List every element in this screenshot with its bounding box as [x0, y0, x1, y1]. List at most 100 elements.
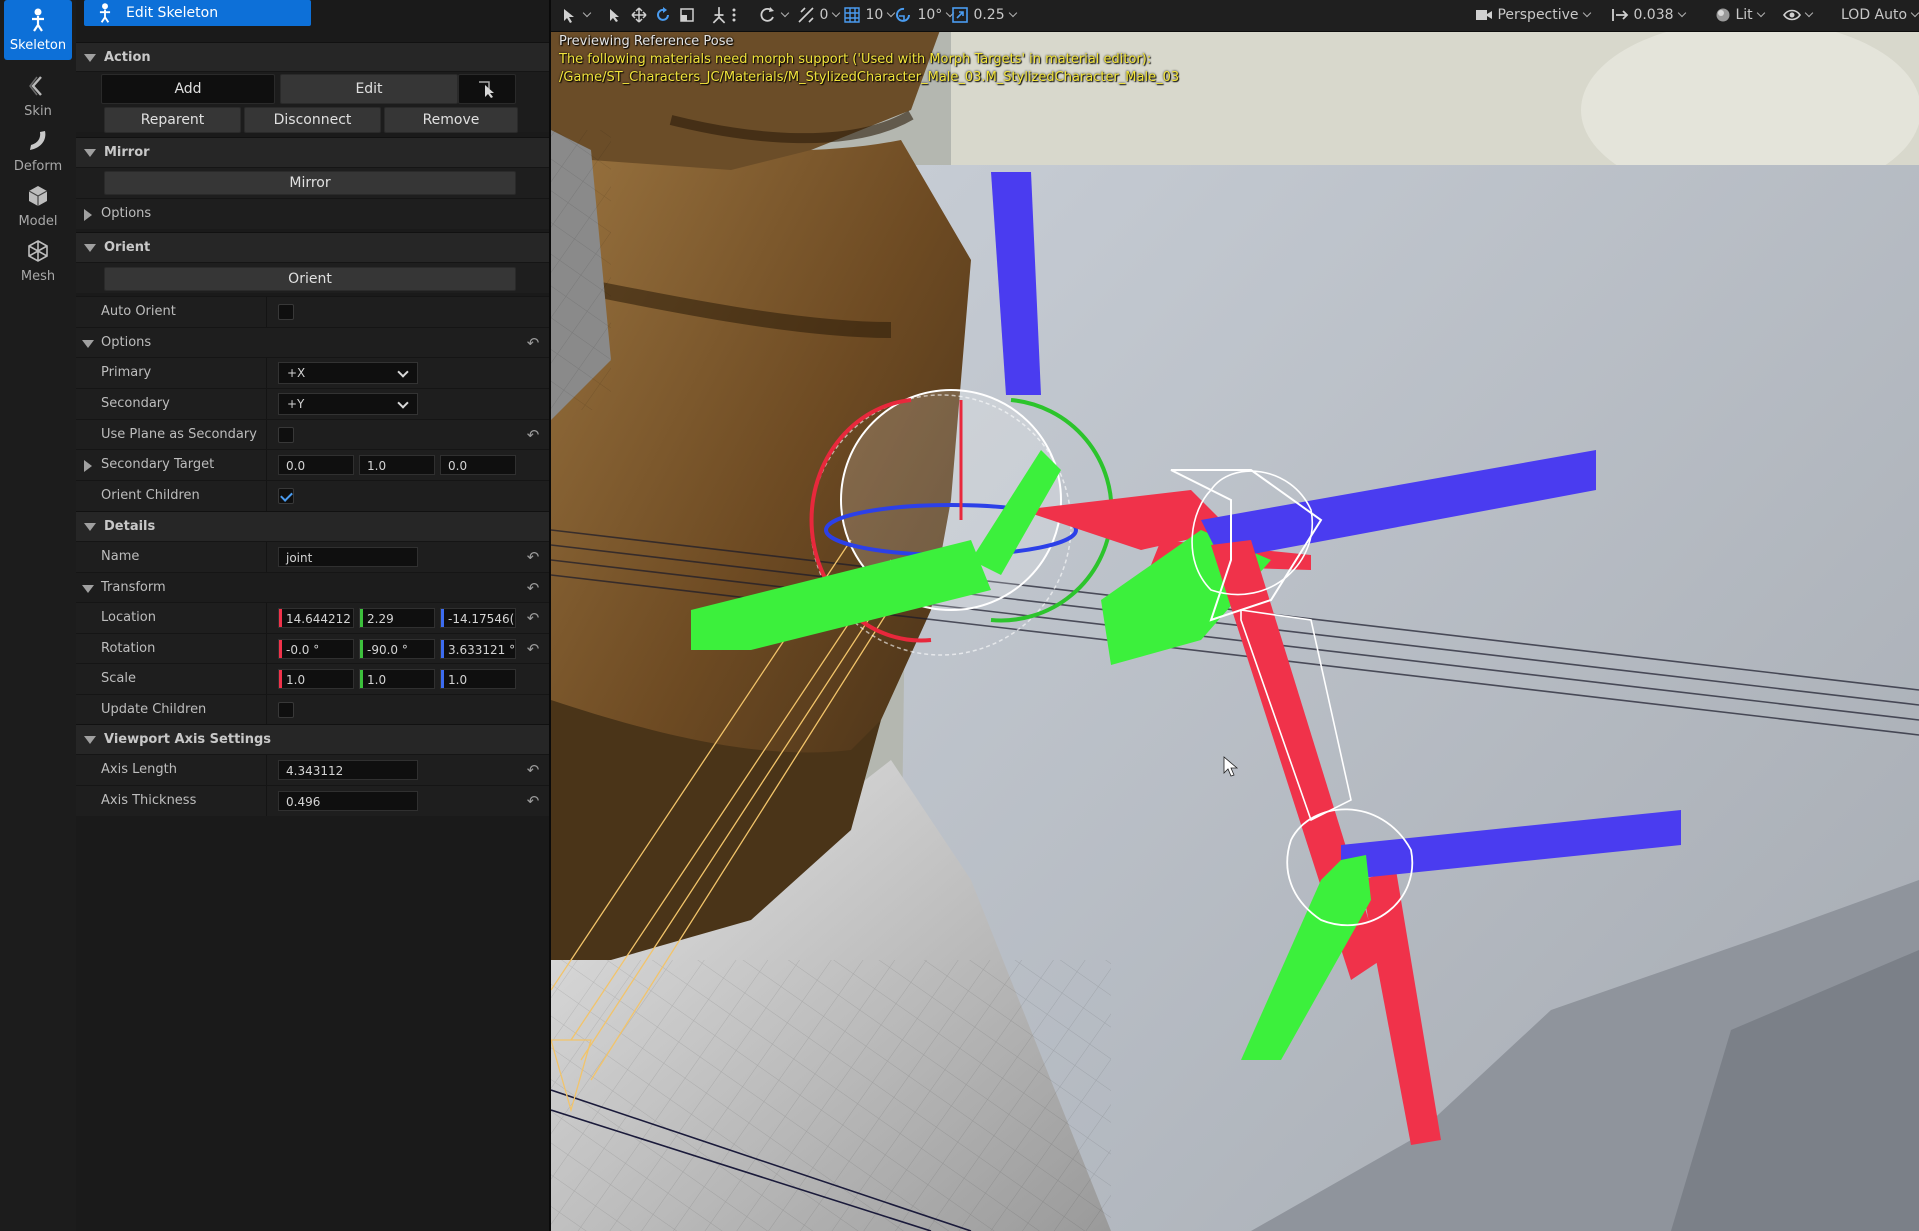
reparent-button[interactable]: Reparent	[104, 107, 241, 133]
edit-button[interactable]: Edit	[280, 74, 458, 104]
rotation-snap-value: 0	[819, 7, 829, 23]
rotation-y-field[interactable]: -90.0 °	[359, 639, 435, 659]
field-value: -0.0 °	[286, 643, 320, 657]
axis-thickness-field[interactable]: 0.496	[278, 791, 418, 811]
reset-icon[interactable]: ↶	[525, 763, 541, 778]
reset-icon[interactable]: ↶	[525, 550, 541, 565]
section-viewport-axis[interactable]: Viewport Axis Settings	[76, 724, 549, 754]
select-mode-button[interactable]	[458, 74, 516, 104]
perspective-button[interactable]: Perspective	[1475, 0, 1591, 31]
section-orient[interactable]: Orient	[76, 232, 549, 262]
expand-arrow-icon[interactable]	[84, 460, 92, 472]
mode-deform[interactable]: Deform	[4, 121, 72, 181]
z-axis-marker	[441, 609, 444, 627]
add-button[interactable]: Add	[101, 74, 275, 104]
disconnect-button[interactable]: Disconnect	[244, 107, 381, 133]
reset-icon[interactable]: ↶	[525, 581, 541, 596]
rotation-snap-button[interactable]: 0	[797, 0, 841, 31]
x-axis-marker	[279, 640, 282, 658]
mode-label: Model	[18, 214, 58, 229]
viewport-options-button[interactable]	[561, 0, 592, 31]
grid-snap-value: 10	[865, 7, 884, 23]
primary-dropdown[interactable]: +X	[278, 362, 418, 384]
orient-children-checkbox[interactable]	[278, 488, 294, 504]
x-axis-marker	[279, 609, 282, 627]
section-title: Mirror	[104, 145, 150, 160]
location-z-field[interactable]: -14.17546(	[440, 608, 516, 628]
morph-warning: The following materials need morph suppo…	[559, 52, 1152, 67]
mirror-button[interactable]: Mirror	[104, 171, 516, 195]
section-action[interactable]: Action	[76, 42, 549, 72]
section-mirror[interactable]: Mirror	[76, 137, 549, 167]
scale-x-field[interactable]: 1.0	[278, 669, 354, 689]
auto-orient-checkbox[interactable]	[278, 304, 294, 320]
mirror-options-row[interactable]: Options	[76, 198, 549, 229]
3d-viewport[interactable]: 0 10 10° 0.25 Perspective 0.038 Lit LOD …	[551, 0, 1919, 1231]
grid-snap-button[interactable]: 10	[843, 0, 896, 31]
section-title: Details	[104, 519, 156, 534]
reset-icon[interactable]: ↶	[525, 336, 541, 351]
lod-button[interactable]: LOD Auto	[1841, 0, 1919, 31]
transform-row[interactable]: Transform ↶	[76, 572, 549, 603]
mode-skin[interactable]: Skin	[4, 66, 72, 126]
y-axis-marker	[360, 670, 363, 688]
angle-snap-button[interactable]: 10°	[895, 0, 955, 31]
rotation-z-field[interactable]: 3.633121 °	[440, 639, 516, 659]
reset-icon[interactable]: ↶	[525, 428, 541, 443]
camera-speed-button[interactable]: 0.038	[1611, 0, 1686, 31]
skeleton-icon	[32, 8, 44, 32]
rotate-tool-button[interactable]	[655, 0, 671, 31]
y-axis-marker	[360, 609, 363, 627]
scale-snap-button[interactable]: 0.25	[951, 0, 1017, 31]
section-details[interactable]: Details	[76, 511, 549, 541]
mirror-options-label: Options	[101, 206, 152, 221]
axis-length-field[interactable]: 4.343112	[278, 760, 418, 780]
view-mode-button[interactable]: Lit	[1715, 0, 1765, 31]
secondary-label: Secondary	[101, 396, 170, 411]
scale-y-field[interactable]: 1.0	[359, 669, 435, 689]
auto-orient-label: Auto Orient	[101, 304, 176, 319]
edit-skeleton-tab[interactable]: Edit Skeleton	[84, 0, 311, 26]
select-tool-button[interactable]	[607, 0, 623, 31]
mode-skeleton[interactable]: Skeleton	[4, 0, 72, 60]
collapse-arrow-icon	[84, 243, 96, 252]
location-y-field[interactable]: 2.29	[359, 608, 435, 628]
update-children-label: Update Children	[101, 702, 207, 717]
show-flags-button[interactable]	[1783, 0, 1814, 31]
mode-mesh[interactable]: Mesh	[4, 231, 72, 291]
secondary-dropdown[interactable]: +Y	[278, 393, 418, 415]
collapse-arrow-icon	[82, 340, 94, 348]
properties-panel: Edit Skeleton Action Add Edit Reparent D…	[76, 0, 551, 1231]
tab-label: Edit Skeleton	[126, 5, 219, 21]
expand-arrow-icon	[84, 209, 92, 221]
scale-z-field[interactable]: 1.0	[440, 669, 516, 689]
surface-snap-button[interactable]	[759, 0, 790, 31]
name-field[interactable]: joint	[278, 547, 418, 567]
collapse-arrow-icon	[84, 522, 96, 531]
use-plane-checkbox[interactable]	[278, 427, 294, 443]
scale-tool-button[interactable]	[679, 0, 695, 31]
camera-speed-value: 0.038	[1633, 7, 1674, 23]
secondary-target-x-field[interactable]: 0.0	[278, 455, 354, 475]
rotation-x-field[interactable]: -0.0 °	[278, 639, 354, 659]
reset-icon[interactable]: ↶	[525, 794, 541, 809]
secondary-target-label: Secondary Target	[101, 457, 215, 472]
coordinate-space-button[interactable]	[711, 0, 727, 31]
mode-model[interactable]: Model	[4, 176, 72, 236]
location-x-field[interactable]: 14.644212	[278, 608, 354, 628]
secondary-target-y-field[interactable]: 1.0	[359, 455, 435, 475]
more-options-button[interactable]	[731, 0, 737, 31]
reset-icon[interactable]: ↶	[525, 642, 541, 657]
orient-button[interactable]: Orient	[104, 267, 516, 291]
remove-button[interactable]: Remove	[384, 107, 518, 133]
field-value: 14.644212	[286, 612, 351, 626]
z-axis-marker	[441, 640, 444, 658]
angle-snap-value: 10°	[917, 7, 943, 23]
z-axis-marker	[441, 670, 444, 688]
secondary-target-z-field[interactable]: 0.0	[440, 455, 516, 475]
secondary-value: +Y	[287, 397, 305, 411]
orient-options-row[interactable]: Options ↶	[76, 327, 549, 358]
translate-tool-button[interactable]	[631, 0, 647, 31]
reset-icon[interactable]: ↶	[525, 611, 541, 626]
update-children-checkbox[interactable]	[278, 702, 294, 718]
